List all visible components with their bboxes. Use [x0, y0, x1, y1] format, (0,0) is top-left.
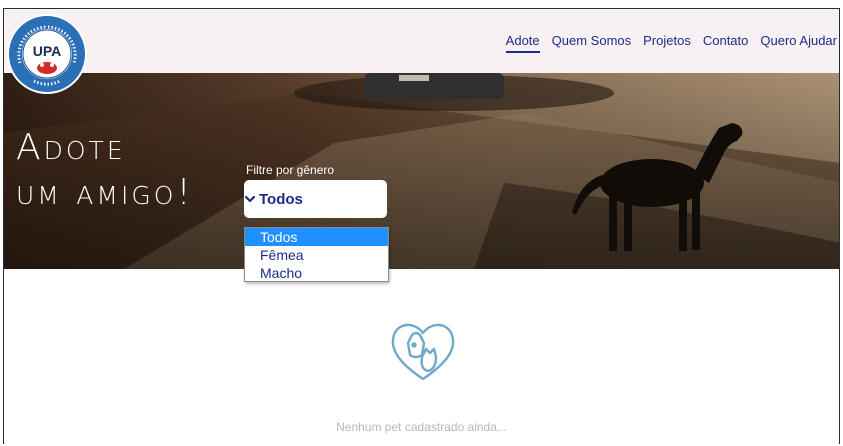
header-bar: Adote Quem Somos Projetos Contato Quero … [4, 9, 839, 73]
hero-banner: Adote um amigo! Filtre por gênero Todos [4, 73, 839, 269]
gender-filter-value: Todos [259, 191, 303, 208]
hero-title: Adote um amigo! [16, 125, 194, 215]
empty-state-message: Nenhum pet cadastrado ainda... [336, 420, 507, 434]
chevron-down-icon [244, 195, 256, 203]
gender-option-macho[interactable]: Macho [245, 264, 388, 282]
nav-contato[interactable]: Contato [703, 33, 749, 53]
gender-filter-select[interactable]: Todos [244, 180, 387, 218]
gender-option-femea[interactable]: Fêmea [245, 246, 388, 264]
gender-options-list: Todos Fêmea Macho [244, 227, 389, 282]
pets-heart-icon [391, 323, 455, 381]
svg-text:UPA: UPA [33, 43, 62, 59]
nav-projetos[interactable]: Projetos [643, 33, 691, 53]
main-nav: Adote Quem Somos Projetos Contato Quero … [505, 33, 837, 53]
hero-title-line1: Adote [16, 127, 126, 168]
nav-quem-somos[interactable]: Quem Somos [552, 33, 631, 53]
gender-option-todos[interactable]: Todos [245, 228, 388, 246]
nav-quero-ajudar[interactable]: Quero Ajudar [760, 33, 837, 53]
upa-logo: UPA [7, 14, 87, 94]
hero-title-line2: um amigo! [16, 172, 194, 213]
nav-adote[interactable]: Adote [505, 33, 540, 53]
filter-label: Filtre por gênero [246, 163, 335, 177]
